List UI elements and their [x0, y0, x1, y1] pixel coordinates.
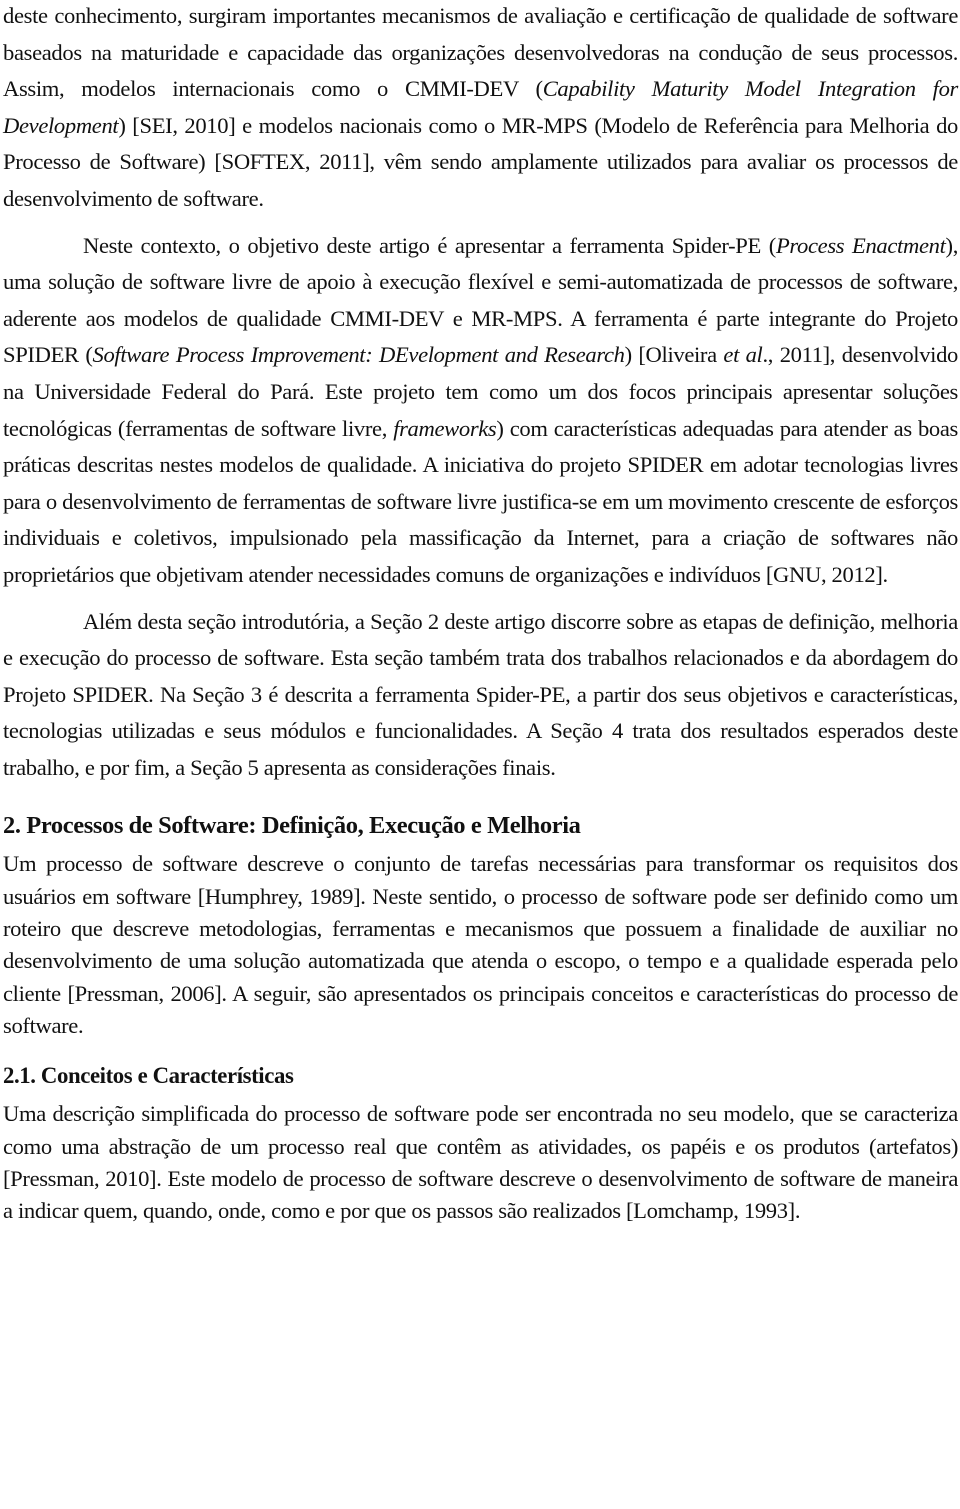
text-run: ) [SEI, 2010] e modelos nacionais como o…: [3, 112, 958, 211]
paragraph-intro-continuation: deste conhecimento, surgiram importantes…: [3, 0, 958, 218]
text-run: Além desta seção introdutória, a Seção 2…: [3, 608, 958, 780]
text-run: Neste contexto, o objetivo deste artigo …: [83, 232, 776, 258]
paragraph-section-2-1: Uma descrição simplificada do processo d…: [3, 1101, 958, 1224]
document-page: deste conhecimento, surgiram importantes…: [0, 0, 960, 1227]
text-run: ) com características adequadas para ate…: [3, 415, 959, 587]
paragraph-structure: Além desta seção introdutória, a Seção 2…: [3, 604, 958, 787]
paragraph-section-2: Um processo de software descreve o conju…: [3, 851, 958, 1038]
section-heading-2: 2. Processos de Software: Definição, Exe…: [3, 812, 581, 840]
text-run-italic: et al: [723, 342, 763, 368]
subsection-heading-2-1: 2.1. Conceitos e Características: [3, 1063, 294, 1089]
text-run-italic: Process Enactment: [775, 232, 946, 258]
paragraph-objective: Neste contexto, o objetivo deste artigo …: [3, 228, 958, 594]
text-run-italic: frameworks: [393, 415, 497, 441]
text-run-italic: Software Process Improvement: DEvelopmen…: [92, 342, 625, 368]
text-run: ) [Oliveira: [624, 342, 724, 368]
